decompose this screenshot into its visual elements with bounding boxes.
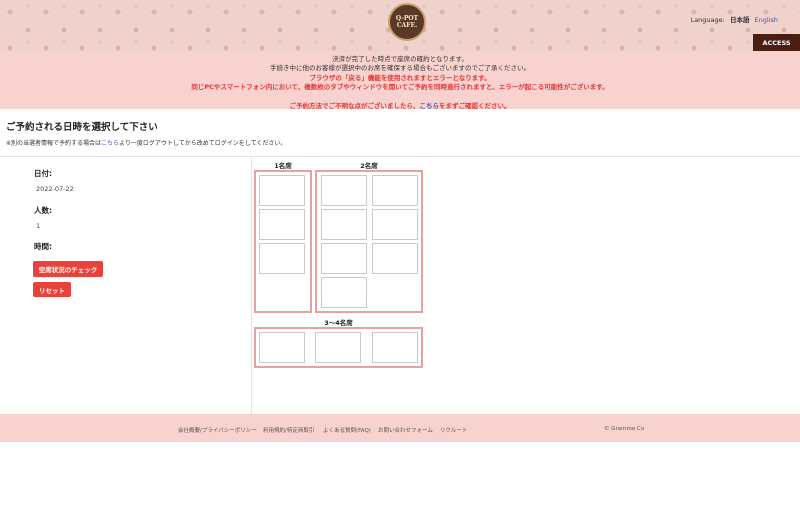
notice-line: 決済が完了した時点で座席の確約となります。	[332, 55, 468, 63]
notice-help-line: ご予約方法でご不明な点がございましたら、こちらをまずご確認ください。	[0, 102, 800, 111]
group-3-seat-area	[254, 327, 423, 368]
logout-note-prefix: ※別の当選者情報で予約する場合は	[6, 140, 102, 147]
date-label: 日付:	[34, 169, 52, 178]
notice-warning: 同じPCやスマートフォン内において、複数枚のタブやウィンドウを開いてご予約を同時…	[191, 83, 609, 92]
seat[interactable]	[259, 175, 305, 206]
logo-text-top: Q-POT	[395, 15, 419, 22]
people-value: 1	[36, 222, 41, 230]
notice-help-suffix: をまずご確認ください。	[439, 101, 511, 110]
footer-link-company[interactable]: 会社概要/プライバシーポリシー	[178, 426, 257, 434]
site-header: Q-POT CAFE. Language: 日本語 English ACCESS	[0, 0, 800, 52]
seat[interactable]	[321, 243, 367, 274]
logo-text-bottom: CAFE.	[396, 22, 418, 29]
notice-warning: ブラウザの「戻る」機能を使用されますとエラーとなります。	[309, 73, 491, 82]
access-button[interactable]: ACCESS	[753, 34, 800, 51]
group-1-seat-label: 1名席	[274, 162, 292, 170]
seat[interactable]	[372, 209, 418, 240]
check-availability-button[interactable]: 空席状況のチェック	[33, 261, 103, 277]
seat[interactable]	[372, 175, 418, 206]
logout-link[interactable]: こちら	[101, 140, 119, 147]
people-label: 人数:	[34, 206, 52, 215]
seat[interactable]	[315, 332, 361, 363]
group-3-seat-label: 3〜4名席	[324, 319, 353, 327]
logout-note: ※別の当選者情報で予約する場合はこちらより一度ログアウトしてから改めてログインを…	[6, 138, 286, 147]
time-label: 時間:	[34, 242, 52, 251]
language-japanese[interactable]: 日本語	[730, 16, 750, 24]
seat[interactable]	[259, 332, 305, 363]
seat[interactable]	[321, 277, 367, 308]
group-2-seat-area	[315, 170, 423, 313]
seat[interactable]	[259, 243, 305, 274]
site-footer: 会社概要/プライバシーポリシー 利用規約/特定商取引 よくある質問(FAQ) お…	[0, 414, 800, 442]
language-switcher: Language: 日本語 English	[691, 14, 778, 24]
reset-button[interactable]: リセット	[33, 282, 71, 297]
footer-link-contact[interactable]: お問い合わせフォーム	[378, 426, 433, 434]
date-value: 2022-07-22	[36, 185, 74, 193]
logout-note-suffix: より一度ログアウトしてから改めてログインをしてください。	[119, 140, 287, 147]
copyright: © Gramme Co	[604, 426, 645, 432]
group-2-seat-label: 2名席	[360, 162, 378, 170]
seat[interactable]	[259, 209, 305, 240]
seat[interactable]	[372, 243, 418, 274]
footer-link-faq[interactable]: よくある質問(FAQ)	[323, 426, 371, 434]
group-1-seat-area	[254, 170, 312, 313]
seat[interactable]	[321, 175, 367, 206]
notice-help-link[interactable]: こちら	[420, 102, 440, 110]
notice-line: 手続き中に他のお客様が選択中のお席を確保する場合もございますのでご了承ください。	[270, 64, 530, 73]
seat[interactable]	[372, 332, 418, 363]
language-label: Language:	[690, 16, 725, 24]
notice-help-prefix: ご予約方法でご不明な点がございましたら、	[289, 101, 420, 110]
logo[interactable]: Q-POT CAFE.	[388, 3, 426, 41]
page-title: ご予約される日時を選択して下さい	[6, 122, 158, 133]
column-divider	[251, 157, 252, 414]
footer-link-recruit[interactable]: リクルート	[440, 426, 467, 434]
seat[interactable]	[321, 209, 367, 240]
content-divider	[0, 156, 800, 157]
footer-link-terms[interactable]: 利用規約/特定商取引	[263, 426, 314, 434]
language-english-link[interactable]: English	[755, 16, 778, 24]
notice-banner: 決済が完了した時点で座席の確約となります。 手続き中に他のお客様が選択中のお席を…	[0, 52, 800, 111]
